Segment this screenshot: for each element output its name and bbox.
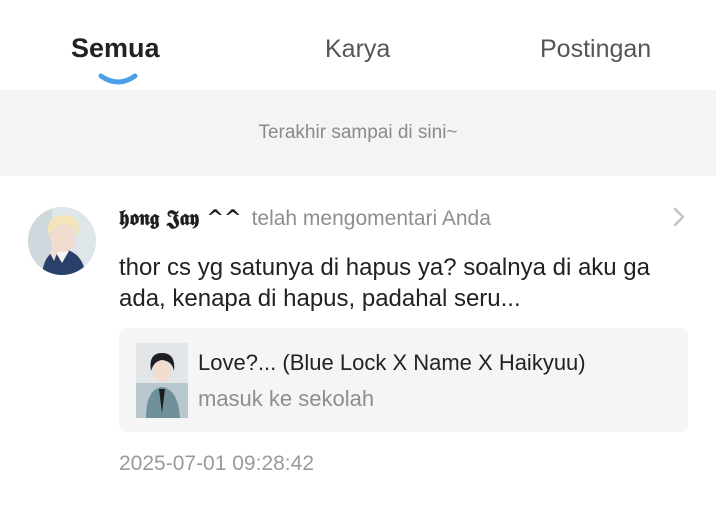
story-cover xyxy=(136,343,188,418)
tab-bar: Semua Karya Postingan xyxy=(0,0,716,90)
end-of-list-text: Terakhir sampai di sini~ xyxy=(258,122,458,143)
action-text: telah mengomentari Anda xyxy=(251,207,491,230)
comment-text: thor cs yg satunya di hapus ya? soalnya … xyxy=(119,254,650,312)
tab-semua[interactable]: Semua xyxy=(71,33,160,63)
tab-karya[interactable]: Karya xyxy=(325,34,390,64)
chevron-right-icon[interactable] xyxy=(670,206,688,228)
notification-header: 𝖍𝖔𝖓𝖌 𝕵𝖆𝖞 ^^ telah mengomentari Anda xyxy=(119,205,491,231)
tab-postingan[interactable]: Postingan xyxy=(540,34,651,64)
story-chapter: masuk ke sekolah xyxy=(198,386,375,411)
active-tab-indicator xyxy=(98,73,138,85)
story-card[interactable]: Love?... (Blue Lock X Name X Haikyuu) ma… xyxy=(119,328,688,432)
username[interactable]: 𝖍𝖔𝖓𝖌 𝕵𝖆𝖞 ^^ xyxy=(119,205,242,230)
story-title: Love?... (Blue Lock X Name X Haikyuu) xyxy=(198,350,586,375)
user-avatar[interactable] xyxy=(28,207,96,275)
timestamp: 2025-07-01 09:28:42 xyxy=(119,452,314,475)
